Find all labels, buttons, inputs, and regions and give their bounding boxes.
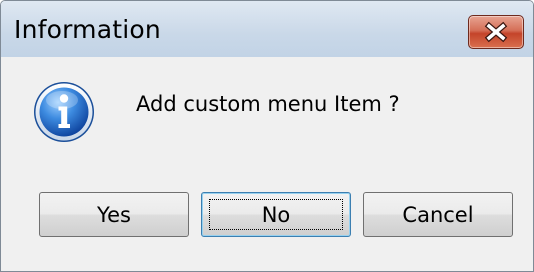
title-bar[interactable]: Information bbox=[1, 1, 533, 57]
dialog-window: Information Add custom menu Item ? Yes N… bbox=[0, 0, 534, 272]
close-icon bbox=[484, 21, 508, 43]
cancel-button[interactable]: Cancel bbox=[363, 192, 513, 237]
yes-button-label: Yes bbox=[97, 202, 131, 227]
info-icon bbox=[34, 82, 94, 142]
yes-button[interactable]: Yes bbox=[39, 192, 189, 237]
window-title: Information bbox=[14, 15, 161, 44]
close-button[interactable] bbox=[468, 15, 524, 49]
dialog-message: Add custom menu Item ? bbox=[136, 92, 400, 116]
cancel-button-label: Cancel bbox=[402, 202, 474, 227]
no-button-label: No bbox=[261, 202, 291, 227]
dialog-content: Add custom menu Item ? Yes No Cancel bbox=[1, 57, 533, 271]
no-button[interactable]: No bbox=[201, 192, 351, 237]
